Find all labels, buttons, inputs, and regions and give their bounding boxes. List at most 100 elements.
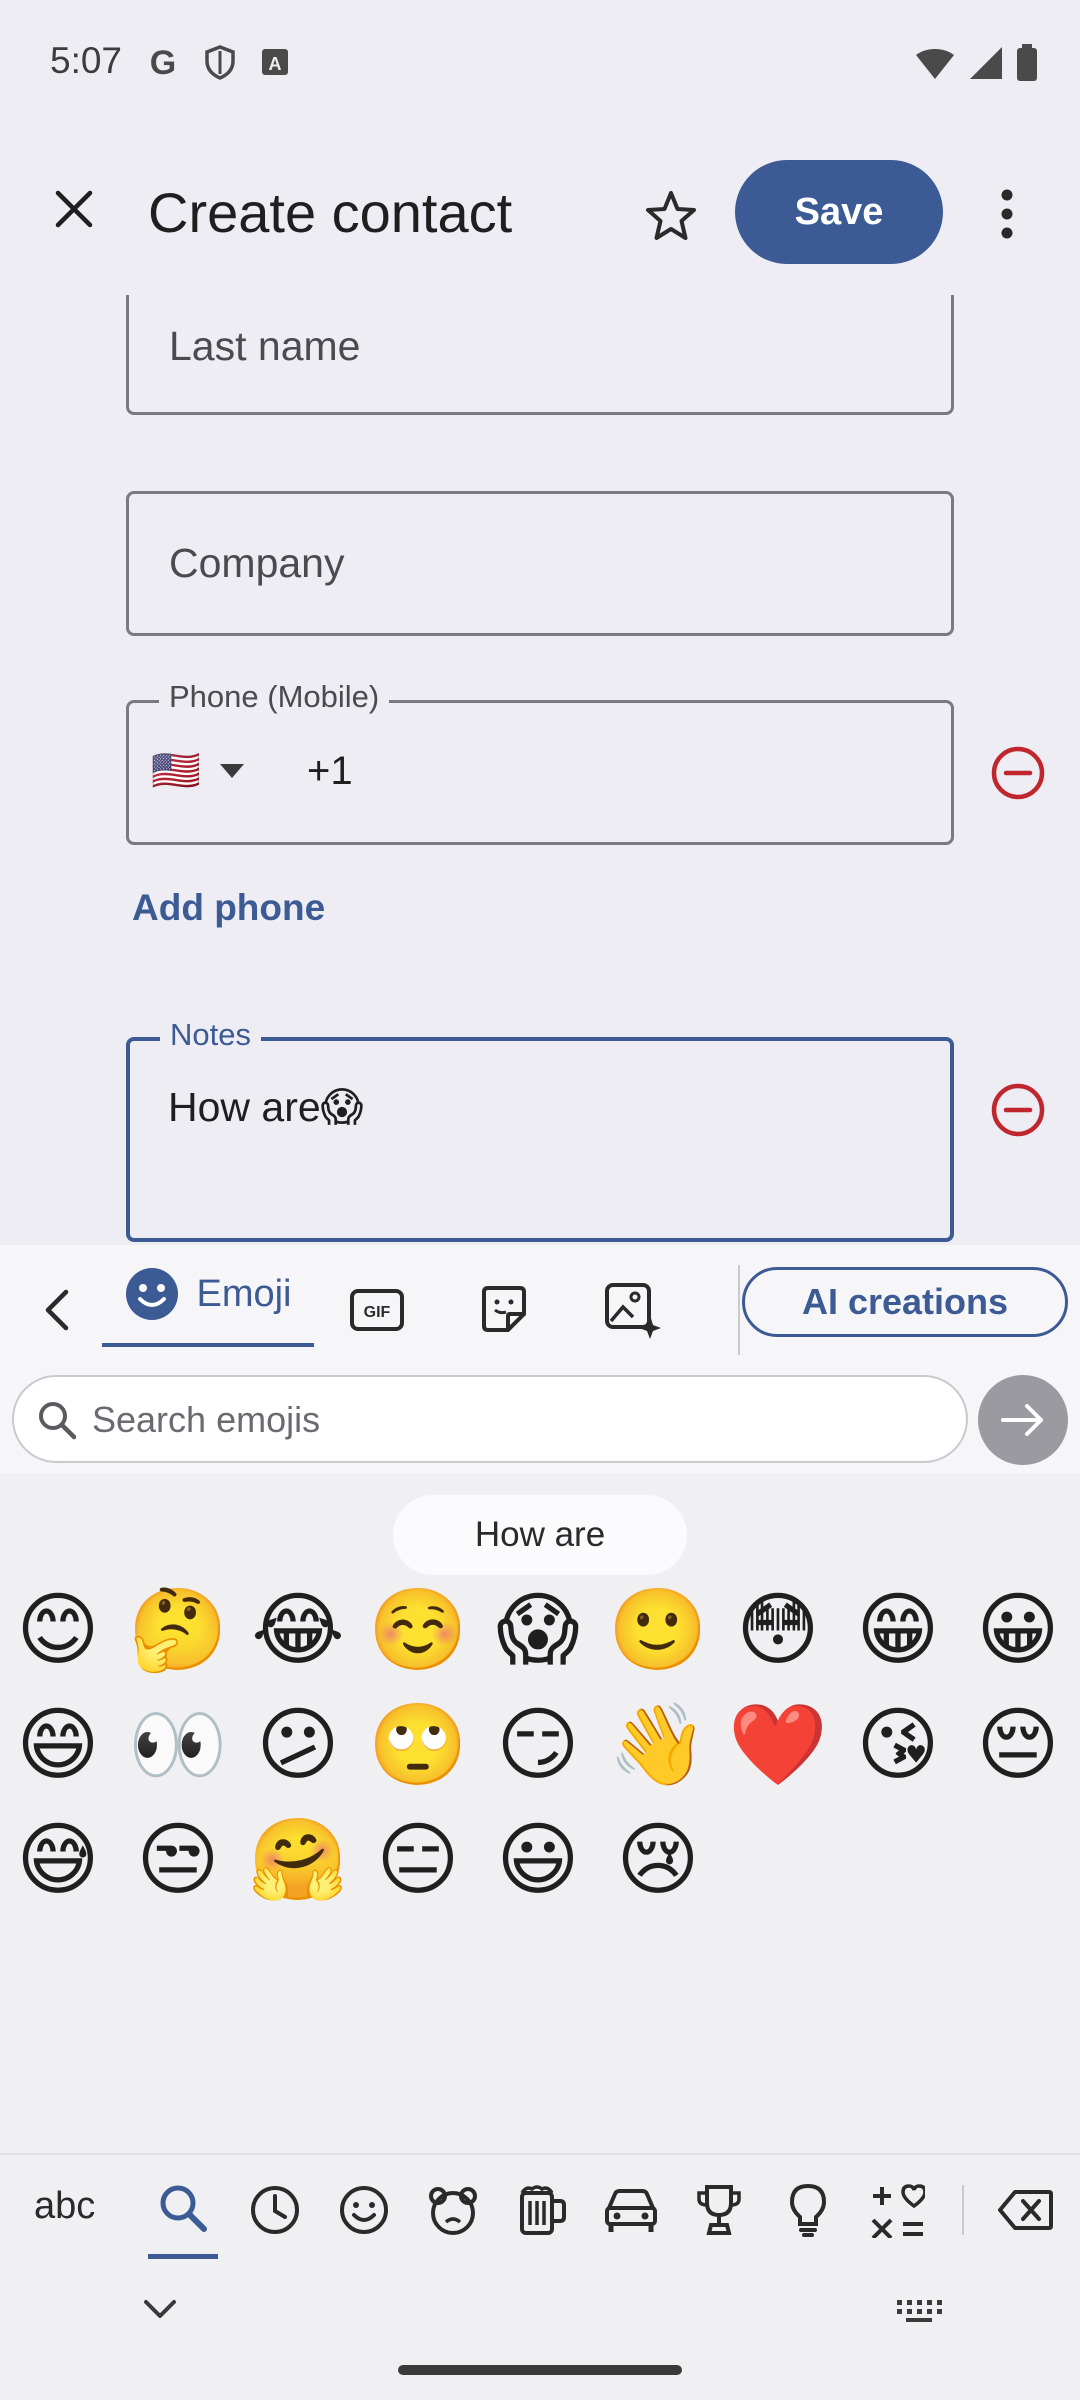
close-icon (55, 190, 93, 228)
status-time: 5:07 (50, 40, 123, 81)
phone-value: +1 (307, 749, 353, 793)
category-food[interactable] (507, 2175, 577, 2245)
add-phone-button[interactable]: Add phone (132, 887, 325, 929)
home-handle[interactable] (398, 2365, 682, 2375)
emoji-key[interactable]: 🤗 (243, 1805, 353, 1915)
image-sparkle-icon (605, 1283, 661, 1339)
chevron-left-icon (45, 1289, 69, 1331)
emoji-key[interactable]: 😁 (843, 1575, 953, 1685)
category-objects[interactable] (773, 2175, 843, 2245)
company-placeholder: Company (169, 540, 345, 586)
remove-notes-button[interactable] (988, 1080, 1048, 1140)
battery-icon (1016, 44, 1038, 87)
us-flag-icon: 🇺🇸 (151, 748, 201, 794)
emoji-search-row: Search emojis (0, 1375, 1080, 1473)
emoji-key[interactable]: 🙄 (363, 1690, 473, 1800)
emoji-tab-strip: Emoji GIF AI creations (0, 1245, 1080, 1375)
emoji-key[interactable]: 😑 (363, 1805, 473, 1915)
emoji-key[interactable]: ❤️ (723, 1690, 833, 1800)
star-icon (646, 191, 696, 240)
favorite-button[interactable] (635, 180, 707, 252)
tab-stickers[interactable] (472, 1273, 536, 1347)
emoji-key[interactable]: 😱 (483, 1575, 593, 1685)
emoji-key[interactable]: 😃 (483, 1805, 593, 1915)
dropdown-arrow-icon (219, 763, 244, 778)
close-button[interactable] (40, 175, 108, 243)
notes-label: Notes (160, 1017, 261, 1053)
category-recent[interactable] (240, 2175, 310, 2245)
emoji-key[interactable]: 😀 (963, 1575, 1073, 1685)
tab-image-creation[interactable] (598, 1273, 668, 1347)
emoji-key[interactable]: 😕 (243, 1690, 353, 1800)
search-go-button[interactable] (978, 1375, 1068, 1465)
emoji-key[interactable]: 🙂 (603, 1575, 713, 1685)
app-bar: Create contact Save (0, 130, 1080, 295)
emoji-keyboard: How are 😊 🤔 😂 ☺️ 😱 🙂 😳 😁 😀 😄 👀 😕 🙄 😏 👋 ❤️ 😘 😔 😅 😒 🤗 😑 😃 😢 (0, 1473, 1080, 2153)
status-right-icons (914, 44, 1038, 87)
emoji-search-input[interactable]: Search emojis (12, 1375, 968, 1463)
contact-form: Last name Company Phone (Mobile) 🇺🇸 +1 A… (0, 295, 1080, 1245)
keyboard-icon (897, 2300, 942, 2322)
emoji-key[interactable]: 😅 (3, 1805, 113, 1915)
car-icon (605, 2189, 657, 2232)
tab-emoji-label: Emoji (196, 1272, 292, 1315)
hide-keyboard-button[interactable] (142, 2298, 178, 2327)
category-travel[interactable] (596, 2175, 666, 2245)
emoji-key[interactable]: 😏 (483, 1690, 593, 1800)
chevron-down-icon (144, 2300, 176, 2318)
smiley-icon (126, 1268, 179, 1320)
sticker-icon (482, 1286, 526, 1332)
ai-creations-button[interactable]: AI creations (742, 1267, 1068, 1337)
gif-icon: GIF (350, 1289, 404, 1331)
svg-text:A: A (269, 54, 282, 74)
category-smileys[interactable] (329, 2175, 399, 2245)
tab-emoji[interactable]: Emoji (102, 1245, 314, 1347)
emoji-key[interactable]: 🤔 (123, 1575, 233, 1685)
remove-circle-icon (991, 746, 1045, 800)
emoji-key[interactable]: 😊 (3, 1575, 113, 1685)
tab-divider (738, 1265, 740, 1355)
remove-phone-button[interactable] (988, 743, 1048, 803)
category-activities[interactable] (684, 2175, 754, 2245)
back-button[interactable] (26, 1273, 86, 1347)
emoji-key[interactable]: 😳 (723, 1575, 833, 1685)
emoji-key[interactable]: 😄 (3, 1690, 113, 1800)
svg-text:G: G (150, 44, 176, 80)
category-divider (962, 2185, 964, 2235)
bear-icon (429, 2187, 477, 2235)
category-symbols[interactable] (862, 2175, 932, 2245)
emoji-key[interactable]: 😂 (243, 1575, 353, 1685)
more-options-button[interactable] (980, 178, 1034, 250)
backspace-icon (998, 2190, 1053, 2230)
backspace-button[interactable] (990, 2175, 1060, 2245)
keyboard-switch-button[interactable] (896, 2299, 942, 2328)
tab-gif[interactable]: GIF (345, 1273, 409, 1347)
emoji-key[interactable]: 😢 (603, 1805, 713, 1915)
symbols-icon (871, 2184, 925, 2238)
search-placeholder: Search emojis (92, 1399, 321, 1440)
system-nav-bar (0, 2263, 1080, 2400)
save-button[interactable]: Save (735, 160, 943, 264)
abc-keyboard-button[interactable]: abc (34, 2185, 95, 2228)
country-selector[interactable]: 🇺🇸 (151, 747, 245, 794)
google-icon: G (145, 44, 181, 85)
arrow-right-icon (1001, 1404, 1043, 1436)
category-search[interactable] (148, 2155, 218, 2259)
emoji-key[interactable]: 😔 (963, 1690, 1073, 1800)
suggestion-chip[interactable]: How are (393, 1495, 687, 1575)
last-name-field[interactable]: Last name (126, 295, 954, 415)
emoji-key[interactable]: 😒 (123, 1805, 233, 1915)
notes-field[interactable]: Notes How are😱 (126, 1017, 954, 1242)
category-animals[interactable] (418, 2175, 488, 2245)
shield-icon (203, 44, 237, 85)
phone-field[interactable]: Phone (Mobile) 🇺🇸 +1 (126, 679, 954, 845)
emoji-key[interactable]: 👀 (123, 1690, 233, 1800)
last-name-placeholder: Last name (169, 323, 361, 369)
remove-circle-icon (991, 1083, 1045, 1137)
signal-icon (968, 45, 1004, 86)
emoji-key[interactable]: ☺️ (363, 1575, 473, 1685)
emoji-key[interactable]: 😘 (843, 1690, 953, 1800)
emoji-key[interactable]: 👋 (603, 1690, 713, 1800)
company-field[interactable]: Company (126, 491, 954, 636)
beer-mug-icon (520, 2185, 566, 2235)
